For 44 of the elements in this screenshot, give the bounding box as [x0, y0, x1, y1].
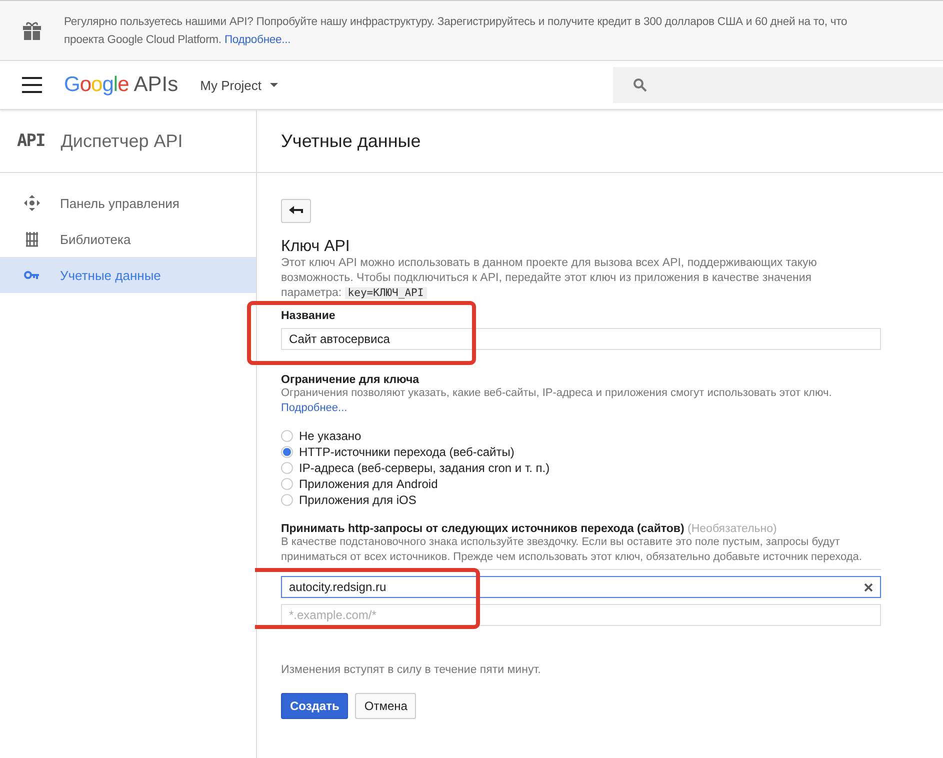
sidebar-item[interactable]: Панель управления [0, 185, 256, 221]
menu-icon[interactable] [22, 77, 42, 93]
radio-option[interactable]: Не указано [281, 428, 943, 444]
radio-button[interactable] [281, 462, 293, 474]
section-heading: Ключ API [281, 238, 351, 256]
cancel-button[interactable]: Отмена [355, 693, 416, 719]
restriction-help: Ограничения позволяют указать, какие веб-сайты, IP-адреса и приложения смогут использовать этот ключ. Подробнее... [281, 386, 833, 416]
sidebar-title: Диспетчер API [60, 130, 183, 152]
radio-button[interactable] [281, 446, 293, 458]
radio-option[interactable]: Приложения для iOS [281, 492, 943, 508]
radio-button[interactable] [281, 494, 293, 506]
back-button[interactable] [281, 199, 311, 223]
radio-option[interactable]: Приложения для Android [281, 476, 943, 492]
promo-text: Регулярно пользуетесь нашими API? Попробуйте нашу инфраструктуру. Зарегистрируйтесь и получите кредит в 300 долларов США и 60 дней на то, что [64, 14, 848, 30]
api-logo: API [17, 131, 45, 151]
radio-option[interactable]: HTTP-источники перехода (веб-сайты) [281, 444, 943, 460]
referrer-field[interactable]: autocity.redsign.ru [281, 576, 881, 598]
more-link[interactable]: Подробнее... [224, 34, 291, 46]
search-field[interactable] [613, 67, 943, 103]
intro-text: Этот ключ API можно использовать в данном проекте для вызова всех API, поддерживающих такую возможность. Чтобы подключиться к API, передайте этот ключ из приложения в качестве значения параметра: key=КЛЮЧ_API [281, 256, 818, 301]
referrers-help: В качестве подстановочного знака используйте звездочку. Если вы оставите это поле пустым, запросы будут приниматься от всех источников. Прежде чем использовать этот ключ, обязательно добавьте источник перехода. [281, 535, 863, 565]
library-icon [25, 231, 39, 247]
radio-button[interactable] [281, 430, 293, 442]
name-field[interactable]: Сайт автосервиса [281, 328, 881, 350]
more-link[interactable]: Подробнее... [281, 402, 348, 414]
field-label: Название [281, 310, 336, 322]
close-icon[interactable] [864, 582, 873, 592]
gift-icon [22, 20, 42, 40]
radio-option[interactable]: IP-адреса (веб-серверы, задания cron и т. п.) [281, 460, 943, 476]
search-icon [633, 78, 647, 92]
key-icon [24, 270, 40, 280]
logo-text: Google [64, 73, 129, 97]
sidebar-item[interactable]: Библиотека [0, 221, 256, 257]
field-label: Принимать http-запросы от следующих источников перехода (сайтов) (Необязательно) [281, 523, 778, 535]
create-button[interactable]: Создать [281, 693, 348, 719]
move-arrows-icon [24, 195, 40, 211]
promo-text: проекта Google Cloud Platform. Подробнее... [64, 32, 292, 48]
back-arrow-icon [289, 206, 303, 216]
radio-button[interactable] [281, 478, 293, 490]
logo-suffix: APIs [134, 73, 178, 97]
note-text: Изменения вступят в силу в течение пяти минут. [281, 664, 542, 676]
project-selector[interactable]: My Project [194, 76, 284, 94]
page-title: Учетные данные [281, 130, 421, 152]
field-label: Ограничение для ключа [281, 374, 420, 386]
